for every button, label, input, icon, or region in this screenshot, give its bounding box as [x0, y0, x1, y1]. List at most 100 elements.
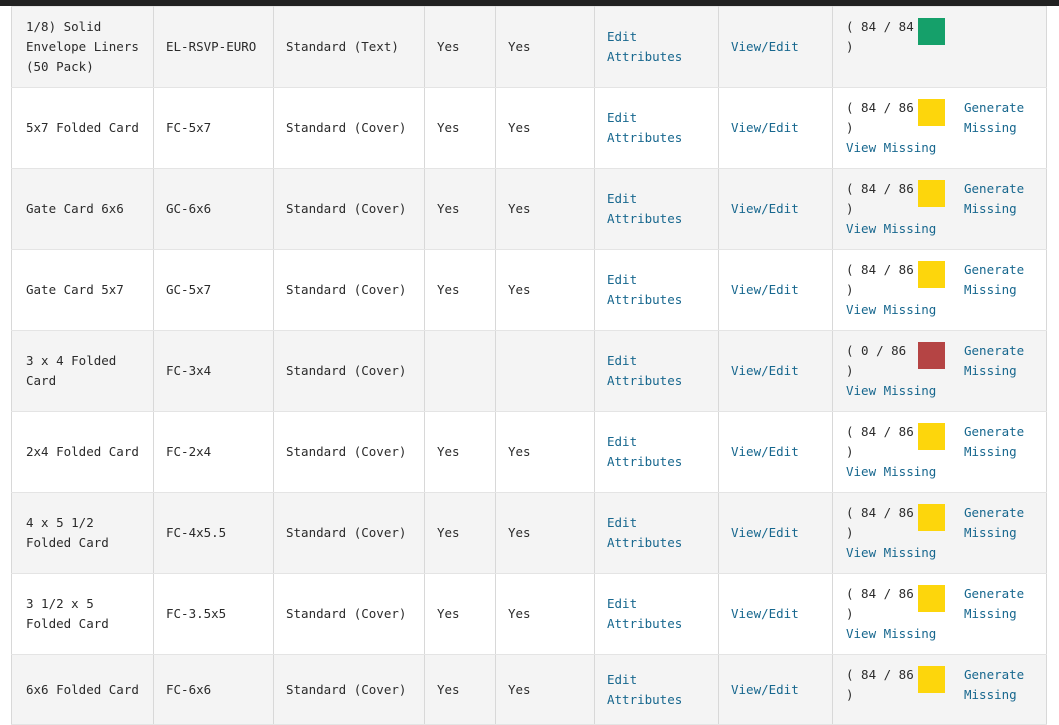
view-edit-link[interactable]: View/Edit [731, 682, 799, 697]
cell-flag-a: Yes [424, 249, 496, 331]
generate-missing-link[interactable]: Generate Missing [964, 586, 1024, 621]
edit-attributes-link[interactable]: Edit Attributes [607, 672, 682, 707]
cell-product-type: Standard (Cover) [273, 411, 425, 493]
cell-product-type: Standard (Cover) [273, 654, 425, 725]
view-missing-link[interactable]: View Missing [846, 300, 1046, 320]
generated-count-ratio: ( 84 / 86 ) [846, 181, 914, 216]
table-row: 4 x 5 1/2 Folded Card FC-4x5.5 Standard (C… [11, 492, 1047, 574]
cell-product-type: Standard (Cover) [273, 87, 425, 169]
cell-sku: FC-3.5x5 [153, 573, 274, 655]
table-row: 5x7 Folded Card FC-5x7 Standard (Cover) Yes… [11, 87, 1047, 169]
view-edit-link[interactable]: View/Edit [731, 525, 799, 540]
generate-missing-cell: Generate Missing [945, 260, 1046, 300]
view-edit-link[interactable]: View/Edit [731, 606, 799, 621]
cell-view-edit: View/Edit [718, 330, 833, 412]
cell-generation-status: ( 84 / 86 ) Generate Missing View Missing [832, 249, 1047, 331]
view-missing-link[interactable]: View Missing [846, 381, 1046, 401]
generate-missing-cell: Generate Missing [945, 341, 1046, 381]
table-row: 2x4 Folded Card FC-2x4 Standard (Cover) Yes… [11, 411, 1047, 493]
cell-generation-status: ( 84 / 86 ) Generate Missing View Missing [832, 573, 1047, 655]
cell-view-edit: View/Edit [718, 6, 833, 88]
table-row: Gate Card 5x7 GC-5x7 Standard (Cover) Yes Ye… [11, 249, 1047, 331]
cell-sku: FC-3x4 [153, 330, 274, 412]
cell-product-name: 2x4 Folded Card [11, 411, 154, 493]
cell-product-name: 4 x 5 1/2 Folded Card [11, 492, 154, 574]
view-missing-link[interactable]: View Missing [846, 219, 1046, 239]
view-edit-link[interactable]: View/Edit [731, 39, 799, 54]
generate-missing-link[interactable]: Generate Missing [964, 667, 1024, 702]
cell-edit-attributes: Edit Attributes [594, 87, 719, 169]
cell-sku: FC-5x7 [153, 87, 274, 169]
cell-generation-status: ( 0 / 86 ) Generate Missing View Missing [832, 330, 1047, 412]
edit-attributes-link[interactable]: Edit Attributes [607, 272, 682, 307]
cell-generation-status: ( 84 / 86 ) Generate Missing View Missing [832, 492, 1047, 574]
generate-missing-link[interactable]: Generate Missing [964, 424, 1024, 459]
generated-count-ratio: ( 84 / 86 ) [846, 586, 914, 621]
status-swatch-icon [918, 342, 945, 369]
generate-missing-link[interactable]: Generate Missing [964, 100, 1024, 135]
view-edit-link[interactable]: View/Edit [731, 444, 799, 459]
cell-flag-a: Yes [424, 492, 496, 574]
cell-product-type: Standard (Cover) [273, 573, 425, 655]
edit-attributes-link[interactable]: Edit Attributes [607, 596, 682, 631]
table-row: 6x6 Folded Card FC-6x6 Standard (Cover) Yes… [11, 654, 1047, 725]
cell-flag-b: Yes [495, 6, 595, 88]
edit-attributes-link[interactable]: Edit Attributes [607, 515, 682, 550]
edit-attributes-link[interactable]: Edit Attributes [607, 353, 682, 388]
view-edit-link[interactable]: View/Edit [731, 282, 799, 297]
cell-product-name: Gate Card 5x7 [11, 249, 154, 331]
view-missing-link[interactable]: View Missing [846, 624, 1046, 644]
cell-flag-a: Yes [424, 573, 496, 655]
cell-generation-status: ( 84 / 84 ) [832, 6, 1047, 88]
edit-attributes-link[interactable]: Edit Attributes [607, 29, 682, 64]
cell-product-type: Standard (Cover) [273, 249, 425, 331]
status-swatch-icon [918, 261, 945, 288]
status-row: ( 84 / 86 ) Generate Missing [846, 98, 1046, 138]
status-row: ( 84 / 84 ) [846, 17, 1046, 57]
cell-generation-status: ( 84 / 86 ) Generate Missing View Missing [832, 168, 1047, 250]
variants-table-container: 1/8) Solid Envelope Liners (50 Pack) EL-R… [11, 6, 1047, 725]
view-missing-link[interactable]: View Missing [846, 462, 1046, 482]
generate-missing-link[interactable]: Generate Missing [964, 343, 1024, 378]
view-missing-link[interactable]: View Missing [846, 138, 1046, 158]
status-row: ( 84 / 86 ) Generate Missing [846, 665, 1046, 705]
cell-flag-a: Yes [424, 654, 496, 725]
status-swatch-icon [918, 99, 945, 126]
cell-view-edit: View/Edit [718, 87, 833, 169]
cell-edit-attributes: Edit Attributes [594, 492, 719, 574]
cell-flag-b: Yes [495, 492, 595, 574]
view-missing-link[interactable]: View Missing [846, 543, 1046, 563]
edit-attributes-link[interactable]: Edit Attributes [607, 110, 682, 145]
cell-product-name: Gate Card 6x6 [11, 168, 154, 250]
cell-product-name: 6x6 Folded Card [11, 654, 154, 725]
variants-table-body: 1/8) Solid Envelope Liners (50 Pack) EL-R… [11, 6, 1047, 725]
generated-count-ratio: ( 84 / 86 ) [846, 505, 914, 540]
cell-flag-b: Yes [495, 249, 595, 331]
cell-flag-b [495, 330, 595, 412]
status-swatch-icon [918, 585, 945, 612]
generate-missing-cell: Generate Missing [945, 179, 1046, 219]
cell-product-type: Standard (Cover) [273, 330, 425, 412]
cell-product-name: 1/8) Solid Envelope Liners (50 Pack) [11, 6, 154, 88]
view-edit-link[interactable]: View/Edit [731, 120, 799, 135]
view-edit-link[interactable]: View/Edit [731, 201, 799, 216]
cell-view-edit: View/Edit [718, 168, 833, 250]
generate-missing-link[interactable]: Generate Missing [964, 505, 1024, 540]
generate-missing-link[interactable]: Generate Missing [964, 262, 1024, 297]
cell-edit-attributes: Edit Attributes [594, 6, 719, 88]
generate-missing-link[interactable]: Generate Missing [964, 181, 1024, 216]
cell-product-type: Standard (Text) [273, 6, 425, 88]
status-row: ( 84 / 86 ) Generate Missing [846, 422, 1046, 462]
cell-product-type: Standard (Cover) [273, 492, 425, 574]
edit-attributes-link[interactable]: Edit Attributes [607, 434, 682, 469]
cell-flag-a: Yes [424, 168, 496, 250]
cell-sku: FC-4x5.5 [153, 492, 274, 574]
table-row: 3 1/2 x 5 Folded Card FC-3.5x5 Standard (C… [11, 573, 1047, 655]
view-edit-link[interactable]: View/Edit [731, 363, 799, 378]
cell-flag-b: Yes [495, 87, 595, 169]
generated-count-ratio: ( 84 / 86 ) [846, 100, 914, 135]
cell-view-edit: View/Edit [718, 249, 833, 331]
edit-attributes-link[interactable]: Edit Attributes [607, 191, 682, 226]
generated-count-ratio: ( 84 / 84 ) [846, 19, 914, 54]
cell-edit-attributes: Edit Attributes [594, 654, 719, 725]
